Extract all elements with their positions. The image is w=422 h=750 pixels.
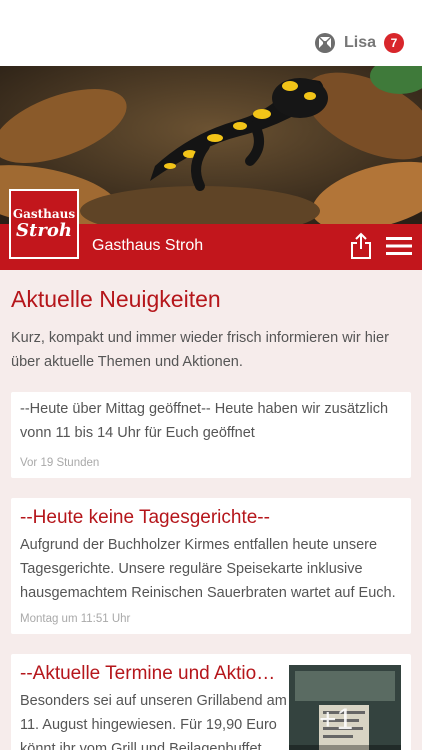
- restaurant-logo: Gasthaus Stroh: [9, 189, 79, 259]
- top-bar: Lisa 7: [0, 0, 422, 66]
- user-name[interactable]: Lisa: [344, 34, 376, 52]
- news-body-line: Tagesgerichte. Unsere reguläre Speisekar…: [20, 561, 363, 577]
- news-card[interactable]: --Heute keine Tagesgerichte-- Aufgrund d…: [11, 498, 411, 634]
- user-account[interactable]: Lisa 7: [314, 32, 404, 54]
- news-card[interactable]: --Heute über Mittag geöffnet-- Heute hab…: [11, 392, 411, 478]
- more-images-count: +1: [319, 703, 354, 736]
- page-title: Aktuelle Neuigkeiten: [11, 286, 221, 312]
- share-icon[interactable]: [348, 232, 374, 260]
- intro-text: Kurz, kompakt und immer wieder frisch in…: [11, 330, 389, 370]
- news-timestamp: Montag um 11:51 Uhr: [20, 613, 131, 625]
- news-section: Aktuelle Neuigkeiten Kurz, kompakt und i…: [0, 270, 422, 750]
- news-body-line: Besonders sei auf unseren Grillabend am: [20, 693, 287, 709]
- news-image-thumbnail[interactable]: +1: [289, 665, 401, 750]
- notification-badge[interactable]: 7: [384, 33, 404, 53]
- logo-text-bottom: Stroh: [16, 220, 72, 241]
- news-body-line: --Heute über Mittag geöffnet-- Heute hab…: [20, 401, 389, 417]
- news-title: --Heute keine Tagesgerichte--: [20, 507, 270, 528]
- news-card[interactable]: --Aktuelle Termine und Aktio… Besonders …: [11, 654, 411, 750]
- logo-text-top: Gasthaus: [12, 207, 76, 221]
- news-body-line: vonn 11 bis 14 Uhr für Euch geöffnet: [20, 425, 255, 441]
- network-hub-icon: [314, 32, 336, 54]
- news-timestamp: Vor 19 Stunden: [20, 457, 100, 469]
- news-body-line: 11. August hingewiesen. Für 19,90 Euro: [20, 717, 277, 733]
- restaurant-name: Gasthaus Stroh: [92, 237, 204, 254]
- news-body-line: könnt ihr vom Grill und Beilagenbuffet: [20, 741, 262, 750]
- news-title: --Aktuelle Termine und Aktio…: [20, 663, 276, 684]
- news-body-line: Aufgrund der Buchholzer Kirmes entfallen…: [20, 537, 378, 553]
- hamburger-menu-icon[interactable]: [386, 235, 412, 257]
- news-body-line: hausgemachtem Reinischen Sauerbraten war…: [20, 585, 396, 601]
